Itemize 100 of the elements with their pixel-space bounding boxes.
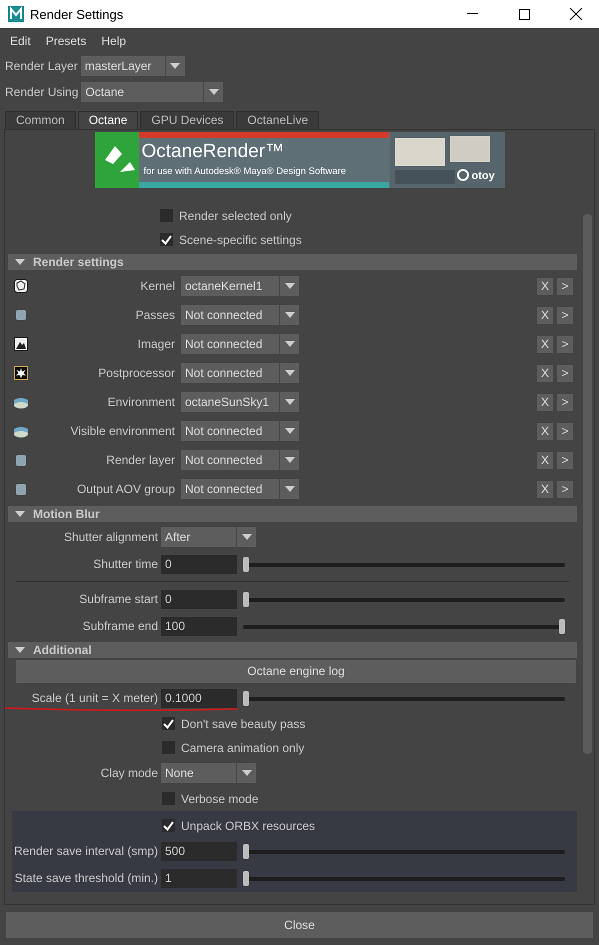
caret-icon: [284, 399, 294, 406]
clear-button[interactable]: X: [537, 452, 553, 469]
log-button[interactable]: Octane engine log: [16, 660, 576, 683]
checkbox-label: Don't save beauty pass: [181, 716, 306, 731]
dropdown[interactable]: masterLayer: [80, 56, 185, 76]
number-field[interactable]: 500: [161, 842, 237, 861]
open-button[interactable]: >: [557, 480, 573, 498]
dropdown[interactable]: Not connected: [181, 421, 299, 442]
caret-icon: [284, 283, 294, 290]
menu-item[interactable]: Help: [101, 34, 126, 48]
clear-button[interactable]: X: [537, 278, 553, 295]
slider-track[interactable]: [243, 844, 565, 859]
field-label: Subframe end: [82, 619, 158, 634]
slider-track[interactable]: [243, 690, 565, 706]
banner-title: OctaneRender™: [142, 140, 284, 163]
field-label: Subframe start: [79, 592, 158, 606]
checkbox-label: Camera animation only: [181, 740, 304, 755]
close-dialog-button[interactable]: Close: [6, 912, 593, 938]
checkbox[interactable]: [162, 792, 175, 806]
dropdown[interactable]: octaneKernel1: [181, 276, 299, 296]
open-button[interactable]: >: [557, 278, 573, 295]
open-button[interactable]: >: [557, 394, 573, 411]
field-label: Visible environment: [69, 424, 176, 438]
caret-icon: [284, 457, 294, 464]
open-button[interactable]: >: [557, 452, 573, 469]
maximize-icon[interactable]: [518, 8, 530, 20]
dropdown[interactable]: Octane: [81, 82, 224, 102]
window-title: Render Settings: [30, 6, 124, 22]
dropdown[interactable]: Not connected: [181, 479, 299, 500]
section-header[interactable]: Motion Blur: [8, 506, 577, 522]
clear-button[interactable]: X: [537, 336, 553, 353]
checkbox-label: Verbose mode: [181, 792, 258, 806]
cube-icon: [16, 310, 26, 320]
image-icon: [14, 337, 28, 352]
dropdown[interactable]: After: [161, 527, 256, 548]
dropdown[interactable]: Not connected: [181, 450, 299, 470]
dropdown[interactable]: Not connected: [181, 363, 299, 384]
slider-thumb[interactable]: [243, 556, 249, 572]
field-label: Passes: [134, 308, 176, 322]
app-logo-icon: [8, 6, 24, 22]
caret-icon: [284, 370, 294, 376]
dropdown[interactable]: Not connected: [181, 305, 299, 326]
number-field[interactable]: 0.1000: [161, 688, 237, 708]
clear-button[interactable]: X: [537, 364, 553, 382]
open-button[interactable]: >: [557, 306, 573, 324]
clear-button[interactable]: X: [537, 306, 553, 324]
number-field[interactable]: 0: [161, 590, 237, 609]
section-header[interactable]: Additional: [8, 642, 577, 658]
caret-icon: [284, 428, 294, 434]
brand-text: otoy: [472, 170, 495, 182]
menu-item[interactable]: Presets: [46, 34, 86, 48]
field-label: Clay mode: [100, 766, 159, 780]
checkbox[interactable]: [162, 741, 175, 754]
slider-thumb[interactable]: [559, 618, 565, 634]
checkbox[interactable]: [160, 233, 173, 246]
slider-thumb[interactable]: [243, 870, 249, 886]
slider-thumb[interactable]: [243, 592, 249, 607]
clear-button[interactable]: X: [537, 480, 553, 498]
clear-button[interactable]: X: [537, 422, 553, 440]
open-button[interactable]: >: [557, 364, 573, 382]
slider-track[interactable]: [243, 618, 565, 634]
banner-subtitle: for use with Autodesk® Maya® Design Software: [144, 166, 346, 177]
field-label: Environment: [106, 395, 176, 410]
number-field[interactable]: 1: [161, 868, 237, 888]
clear-button[interactable]: X: [537, 394, 553, 411]
caret-icon: [284, 341, 294, 348]
field-label: Shutter alignment: [62, 530, 159, 544]
checkbox[interactable]: [162, 819, 175, 832]
dropdown[interactable]: Not connected: [181, 334, 299, 354]
open-button[interactable]: >: [557, 422, 573, 440]
close-icon[interactable]: [570, 8, 582, 20]
section-header[interactable]: Render settings: [8, 254, 577, 270]
dropdown[interactable]: None: [161, 763, 256, 784]
field-label: Output AOV group: [76, 482, 176, 496]
field-label: Imager: [136, 337, 176, 352]
field-label: Postprocessor: [97, 366, 176, 380]
slider-track[interactable]: [243, 870, 565, 886]
caret-icon: [284, 312, 294, 318]
number-field[interactable]: 100: [161, 616, 237, 636]
tab[interactable]: OctaneLive: [236, 110, 320, 129]
slider-thumb[interactable]: [243, 844, 249, 859]
dropdown[interactable]: octaneSunSky1: [181, 392, 299, 412]
caret-icon: [284, 486, 294, 492]
number-field[interactable]: 0: [161, 554, 237, 574]
slider-track[interactable]: [243, 556, 565, 572]
tab[interactable]: GPU Devices: [140, 110, 234, 129]
minimize-icon[interactable]: [466, 13, 478, 15]
field-label: Render Using: [5, 84, 78, 99]
menu-item[interactable]: Edit: [10, 34, 31, 48]
dome-icon: [13, 395, 29, 410]
field-label: Shutter time: [93, 557, 158, 572]
checkbox[interactable]: [162, 717, 175, 730]
checkbox[interactable]: [160, 209, 173, 222]
field-label: Render Layer: [5, 58, 78, 73]
open-button[interactable]: >: [557, 336, 573, 353]
slider-thumb[interactable]: [243, 690, 249, 706]
tab[interactable]: Common: [5, 110, 76, 129]
slider-track[interactable]: [243, 592, 565, 607]
tab[interactable]: Octane: [78, 110, 138, 129]
checkbox-label: Scene-specific settings: [179, 232, 302, 247]
